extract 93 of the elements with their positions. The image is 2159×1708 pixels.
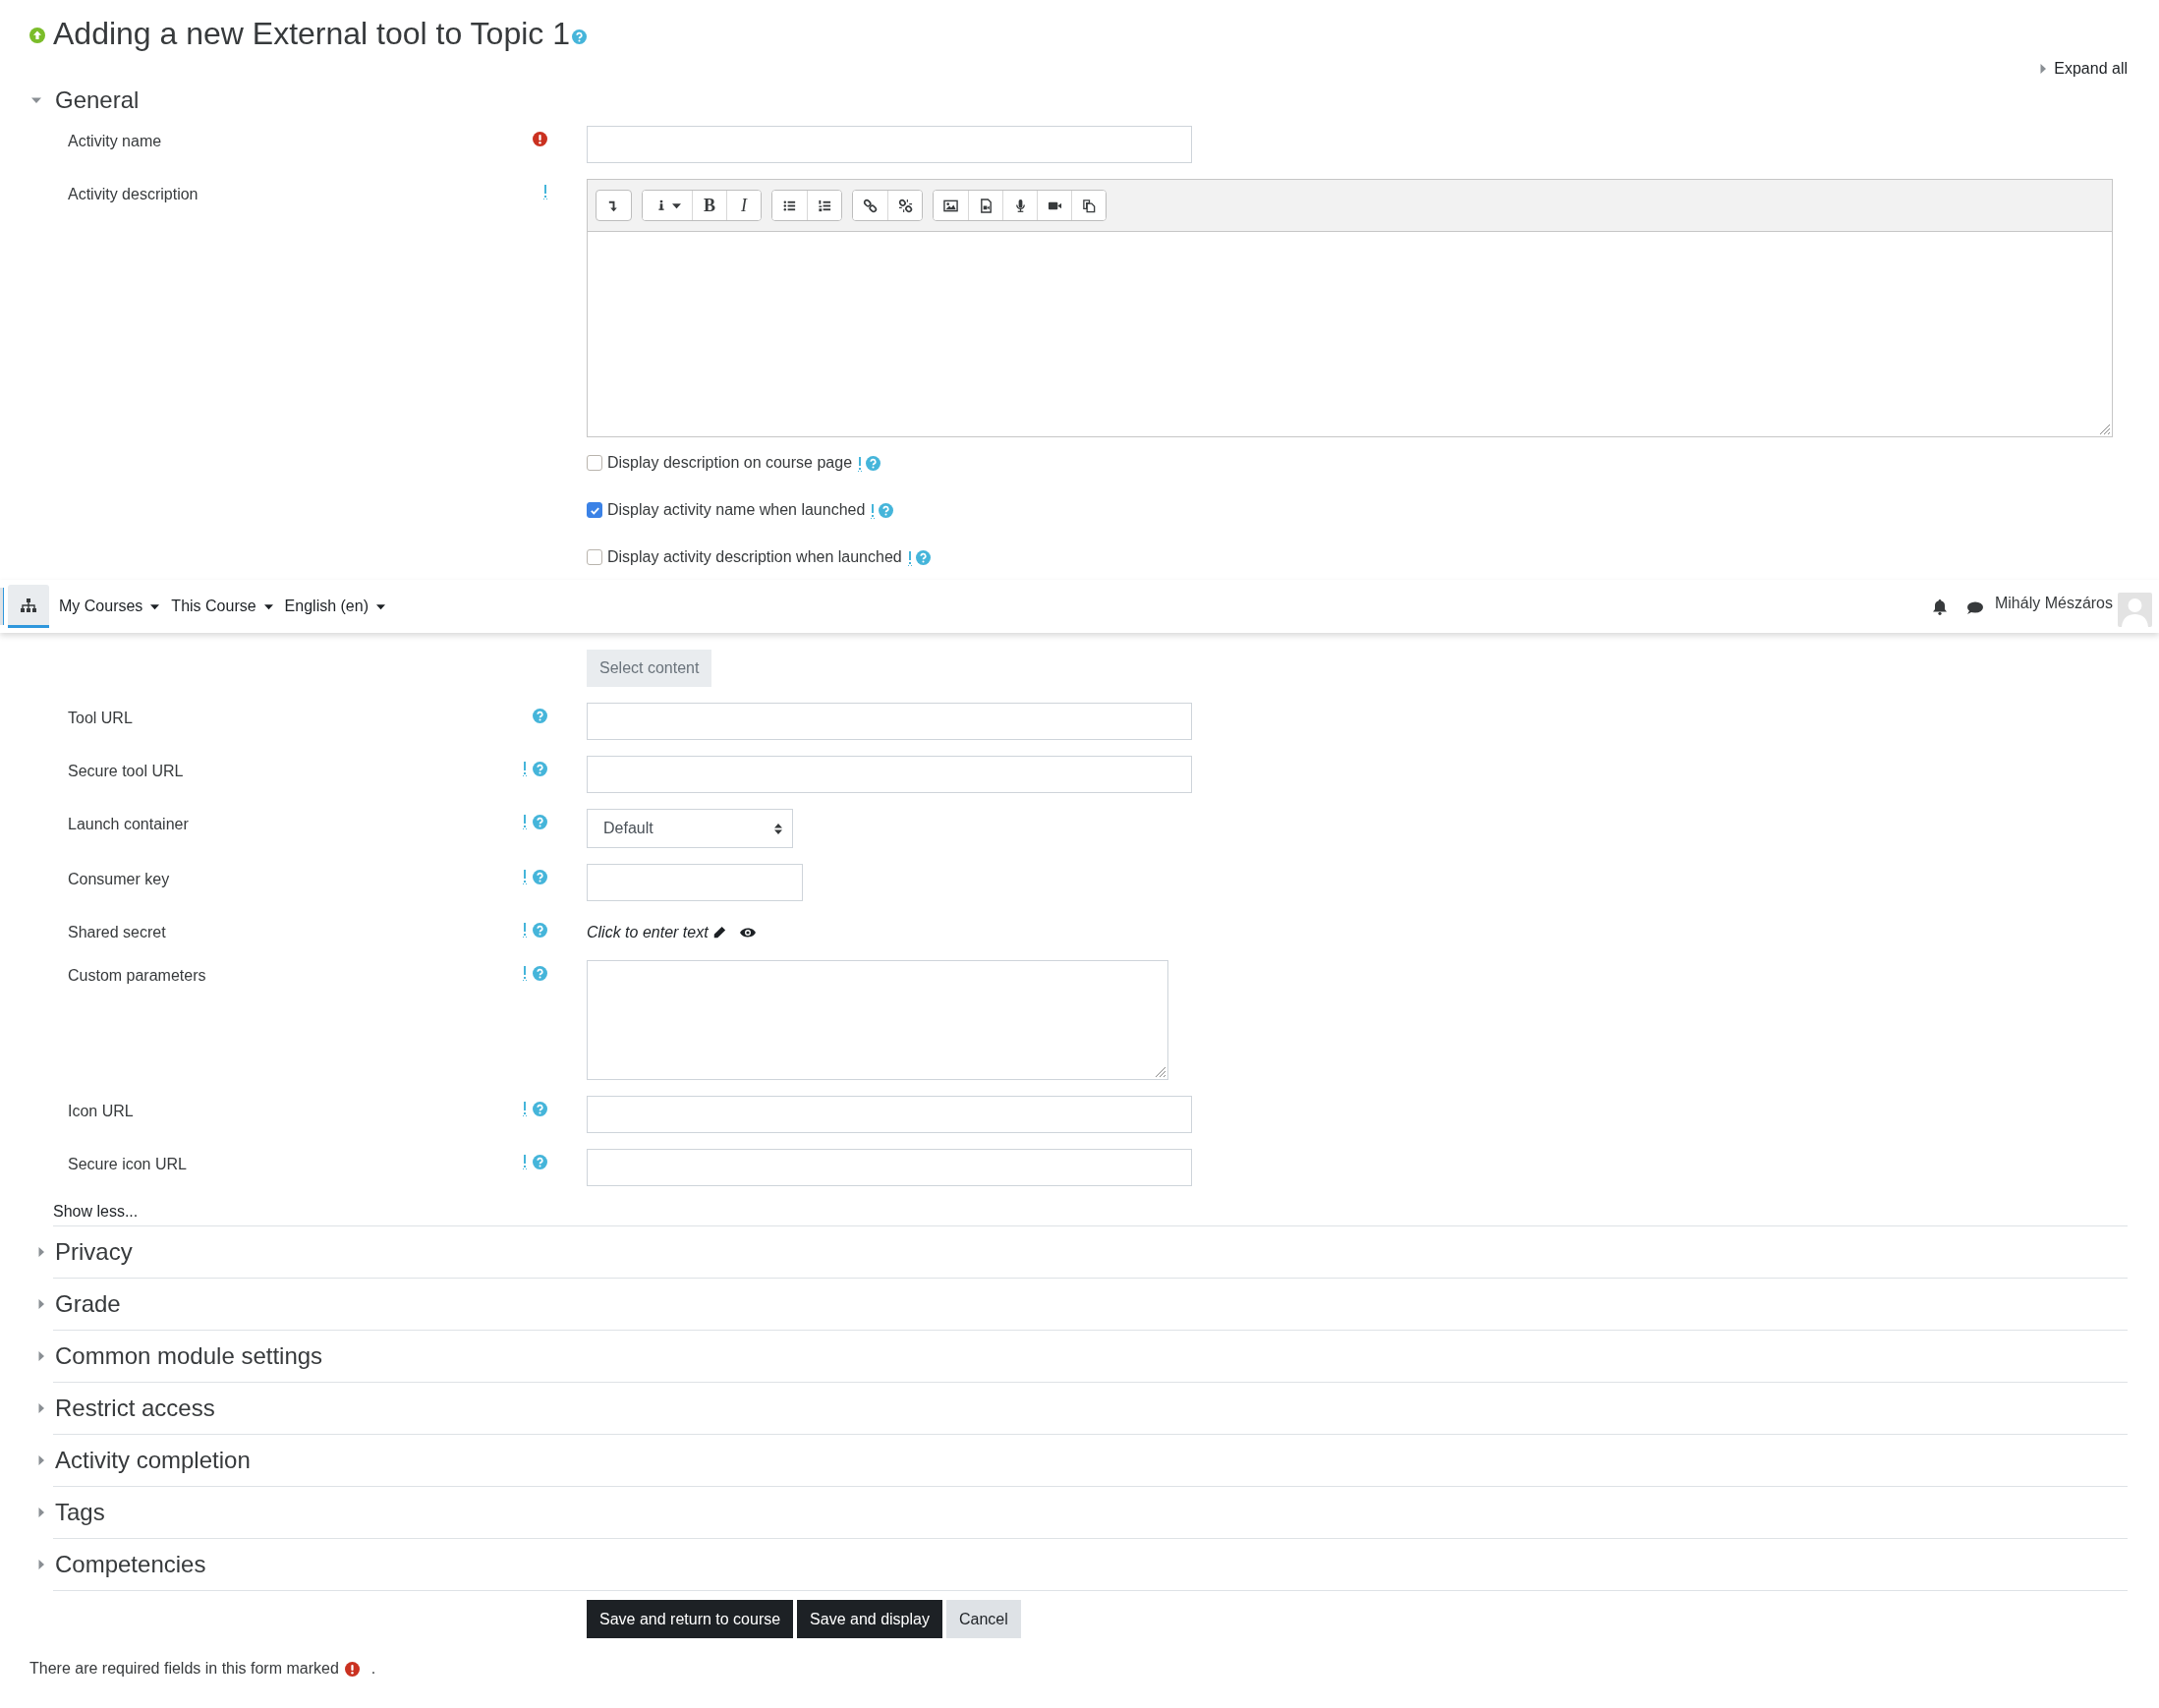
text-input-field[interactable] bbox=[587, 1149, 1192, 1186]
checkbox[interactable] bbox=[587, 502, 602, 518]
period-text: . bbox=[370, 1659, 376, 1679]
nav-menu[interactable]: English (en) bbox=[284, 595, 385, 618]
section-title[interactable]: Activity completion bbox=[55, 1443, 251, 1478]
checkbox[interactable] bbox=[587, 549, 602, 565]
field-label: Icon URL bbox=[68, 1102, 134, 1121]
checkbox-label[interactable]: Display description on course page bbox=[607, 451, 853, 475]
click-to-enter-link[interactable]: Click to enter text bbox=[587, 921, 726, 944]
checkbox-label[interactable]: Display activity description when launched bbox=[607, 545, 902, 569]
section-title[interactable]: Competencies bbox=[55, 1547, 206, 1582]
section-toggle-icon[interactable] bbox=[36, 1403, 46, 1413]
toolbar-button[interactable] bbox=[596, 190, 632, 221]
italic-button[interactable]: I bbox=[726, 191, 761, 220]
form-button[interactable]: Save and display bbox=[797, 1600, 942, 1638]
field-label: Activity name bbox=[68, 132, 162, 151]
show-less-link[interactable]: Show less... bbox=[29, 1200, 2130, 1220]
help-icon[interactable] bbox=[915, 549, 931, 565]
help-icon[interactable] bbox=[533, 1102, 547, 1116]
caret-icon bbox=[376, 601, 385, 611]
help-icon[interactable] bbox=[533, 870, 547, 884]
help-icon[interactable] bbox=[879, 502, 894, 518]
section-title[interactable]: Common module settings bbox=[55, 1338, 323, 1374]
field-label: Activity description bbox=[68, 185, 199, 204]
toolbar-button[interactable] bbox=[887, 191, 922, 220]
section-title[interactable]: Grade bbox=[55, 1286, 121, 1322]
section-toggle-icon[interactable] bbox=[31, 95, 41, 105]
section-title[interactable]: General bbox=[55, 83, 140, 118]
help-icon[interactable] bbox=[533, 762, 547, 776]
form-button[interactable]: Cancel bbox=[945, 1600, 1021, 1638]
select-content-button[interactable]: Select content bbox=[587, 650, 712, 687]
sitemap-button[interactable] bbox=[8, 585, 49, 628]
text-input-field[interactable] bbox=[587, 126, 1192, 163]
expand-all-link[interactable]: Expand all bbox=[2038, 57, 2128, 81]
text-input-field[interactable] bbox=[587, 703, 1192, 740]
link-icon bbox=[863, 198, 878, 213]
section-toggle-icon[interactable] bbox=[36, 1299, 46, 1309]
help-icon[interactable] bbox=[866, 455, 881, 471]
checkbox[interactable] bbox=[587, 455, 602, 471]
field-label: Launch container bbox=[68, 815, 189, 834]
nav-menu[interactable]: This Course bbox=[171, 595, 273, 618]
field-label: Consumer key bbox=[68, 870, 170, 889]
help-icon[interactable] bbox=[533, 1155, 547, 1169]
section-title[interactable]: Restrict access bbox=[55, 1391, 215, 1426]
caret-icon bbox=[671, 200, 681, 210]
launch-container-dropdown[interactable]: Default bbox=[587, 809, 793, 848]
help-icon[interactable] bbox=[533, 923, 547, 938]
bell-icon[interactable] bbox=[1932, 599, 1947, 615]
required-note: There are required fields in this form marked bbox=[29, 1659, 339, 1679]
nav-tab-edge bbox=[0, 588, 4, 625]
help-icon[interactable] bbox=[533, 966, 547, 981]
resize-handle-icon[interactable] bbox=[1156, 1067, 1165, 1077]
sitemap-icon bbox=[21, 598, 36, 612]
field-label: Shared secret bbox=[68, 923, 166, 942]
field-label: Secure icon URL bbox=[68, 1155, 187, 1174]
numbered-list-icon bbox=[817, 198, 832, 213]
toolbar-button[interactable] bbox=[1071, 191, 1106, 220]
toolbar-button[interactable] bbox=[807, 191, 841, 220]
section-toggle-icon[interactable] bbox=[36, 1351, 46, 1361]
section-toggle-icon[interactable] bbox=[36, 1560, 46, 1569]
chat-icon[interactable] bbox=[1965, 601, 1983, 615]
help-icon[interactable] bbox=[571, 28, 587, 44]
field-label: Secure tool URL bbox=[68, 762, 184, 781]
resize-handle-icon[interactable] bbox=[2100, 425, 2110, 434]
form-button[interactable]: Save and return to course bbox=[587, 1600, 794, 1638]
upload-icon bbox=[29, 28, 45, 43]
text-input-field[interactable] bbox=[587, 756, 1192, 793]
field-label: Custom parameters bbox=[68, 966, 206, 986]
help-icon[interactable] bbox=[533, 815, 547, 829]
media-file-icon bbox=[978, 198, 994, 213]
section-title[interactable]: Privacy bbox=[55, 1234, 133, 1270]
field-label: Tool URL bbox=[68, 709, 133, 728]
pencil-icon bbox=[711, 926, 726, 939]
user-name[interactable]: Mihály Mészáros bbox=[1994, 592, 2113, 615]
section-title[interactable]: Tags bbox=[55, 1495, 105, 1530]
checkbox-label[interactable]: Display activity name when launched bbox=[607, 498, 866, 522]
eye-icon[interactable] bbox=[739, 927, 756, 939]
unlink-icon bbox=[897, 198, 913, 213]
sort-icon bbox=[774, 823, 782, 834]
image-icon bbox=[943, 198, 958, 213]
required-icon bbox=[344, 1661, 360, 1677]
text-input-field[interactable] bbox=[587, 864, 803, 901]
section-toggle-icon[interactable] bbox=[36, 1455, 46, 1465]
nav-menu[interactable]: My Courses bbox=[59, 595, 160, 618]
help-icon[interactable] bbox=[533, 709, 547, 723]
custom-parameters-field[interactable] bbox=[587, 960, 1168, 1080]
page-title: Adding a new External tool to Topic 1 bbox=[53, 18, 570, 49]
caret-icon bbox=[150, 601, 160, 611]
text-input-field[interactable] bbox=[587, 1096, 1192, 1133]
caret-icon bbox=[263, 601, 273, 611]
section-toggle-icon[interactable] bbox=[36, 1247, 46, 1257]
section-toggle-icon[interactable] bbox=[36, 1508, 46, 1517]
copy-icon bbox=[1081, 198, 1097, 213]
